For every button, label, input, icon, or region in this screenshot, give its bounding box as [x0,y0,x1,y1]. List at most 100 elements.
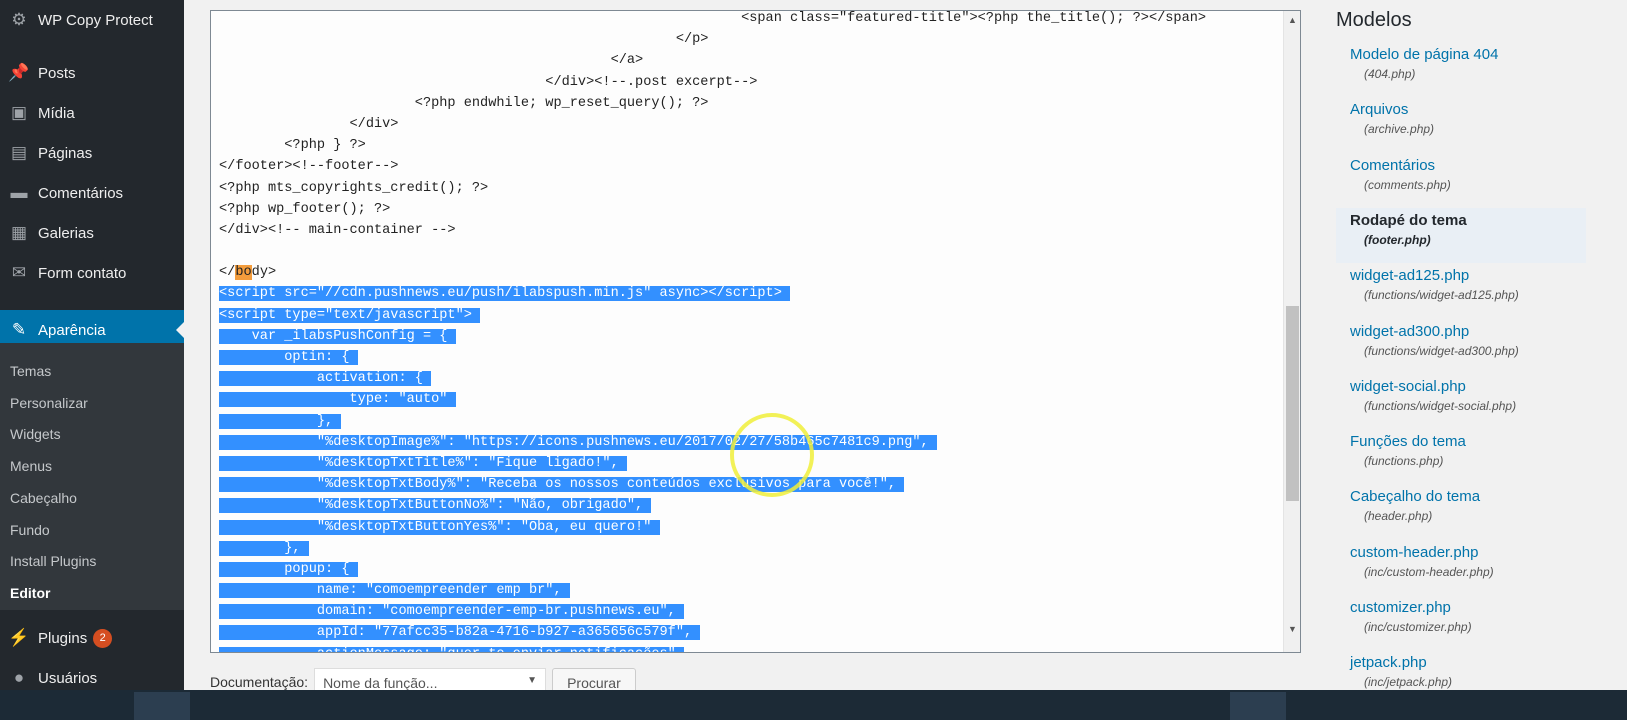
code-line: "%desktopImage%": "https://icons.pushnew… [219,432,1206,453]
template-file-link[interactable]: Arquivos (archive.php) [1336,97,1586,152]
sidebar-item-p-ginas[interactable]: ▤ Páginas [0,133,184,173]
taskbar-item[interactable] [134,692,190,720]
scroll-down-arrow-icon[interactable]: ▼ [1288,624,1297,634]
code-line-text: type: "auto" [219,392,456,408]
template-file-link[interactable]: Cabeçalho do tema (header.php) [1336,484,1586,539]
code-line-text: </div><!-- main-container --> [219,222,456,238]
cursor-highlight-ring [730,413,814,497]
select-placeholder: Nome da função... [323,675,438,691]
code-line-text: </div><!--.post excerpt--> [219,74,758,90]
template-name: Rodapé do tema [1350,211,1467,229]
submenu-item-cabe-alho[interactable]: Cabeçalho [10,490,77,506]
template-filename: (inc/custom-header.php) [1364,564,1494,579]
code-line-text: <?php } ?> [219,138,366,154]
sidebar-item-label: Posts [38,64,76,82]
scroll-up-arrow-icon[interactable]: ▲ [1288,15,1297,25]
vertical-scrollbar[interactable]: ▲ ▼ [1283,11,1300,652]
template-file-link[interactable]: Modelo de página 404 (404.php) [1336,42,1586,97]
submenu-item-widgets[interactable]: Widgets [10,426,61,442]
template-name: Cabeçalho do tema [1350,488,1481,506]
code-line: </a> [219,50,1206,71]
code-line: </div><!--.post excerpt--> [219,72,1206,93]
code-line-text: <?php endwhile; wp_reset_query(); ?> [219,95,709,111]
sidebar-item-label: Usuários [38,669,98,687]
template-file-link[interactable]: widget-ad300.php (functions/widget-ad300.… [1336,319,1586,374]
code-line: <?php } ?> [219,135,1206,156]
template-file-link[interactable]: widget-social.php (functions/widget-socia… [1336,374,1586,429]
chevron-down-icon: ▼ [527,675,538,686]
code-line: </p> [219,29,1206,50]
code-line: <?php endwhile; wp_reset_query(); ?> [219,93,1206,114]
template-file-link[interactable]: widget-ad125.php (functions/widget-ad125.… [1336,263,1586,318]
code-content[interactable]: <span class="featured-title"><?php the_t… [219,11,1206,652]
sidebar-item-label: Comentários [38,184,124,202]
code-line: actionMessage: "quer te enviar notificaç… [219,644,1206,652]
code-line-text: }, [219,413,342,429]
sidebar-item-label: Aparência [38,321,106,339]
code-line: <script type="text/javascript"> [219,305,1206,326]
submenu-item-fundo[interactable]: Fundo [10,522,50,538]
template-filename: (inc/jetpack.php) [1364,675,1453,690]
template-name: custom-header.php [1350,543,1479,561]
code-line-text: actionMessage: "quer te enviar notificaç… [219,646,684,652]
code-line: appId: "77afcc35-b82a-4716-b927-a365656c… [219,622,1206,643]
template-name: widget-ad125.php [1350,267,1470,285]
page-icon: ▤ [10,143,28,162]
templates-title: Modelos [1336,9,1412,31]
templates-panel: Modelos Modelo de página 404 (404.php) Arq… [1320,0,1627,690]
code-line: </footer><!--footer--> [219,156,1206,177]
template-file-link[interactable]: custom-header.php (inc/custom-header.php) [1336,540,1586,595]
template-filename: (footer.php) [1364,232,1431,247]
code-line-text: }, [219,540,309,556]
sidebar-item-galerias[interactable]: ▦ Galerias [0,213,184,253]
submenu-item-editor[interactable]: Editor [10,585,50,601]
media-icon: ▣ [10,103,28,122]
template-filename: (header.php) [1364,509,1433,524]
template-file-link[interactable]: Funções do tema (functions.php) [1336,429,1586,484]
sidebar-item-label: Páginas [38,144,93,162]
code-line: }, [219,538,1206,559]
sidebar-item-form-contato[interactable]: ✉ Form contato [0,253,184,293]
submenu-item-menus[interactable]: Menus [10,458,52,474]
code-editor[interactable]: <span class="featured-title"><?php the_t… [210,10,1301,653]
sidebar-item-wp-copy-protect[interactable]: ⚙ WP Copy Protect [0,0,184,40]
plug-icon: ⚡ [8,628,30,647]
template-file-link[interactable]: Comentários (comments.php) [1336,153,1586,208]
template-filename: (archive.php) [1364,122,1435,137]
documentation-label: Documentação: [210,674,309,690]
sidebar-item-coment-rios[interactable]: ▬ Comentários [0,173,184,213]
code-line: name: "comoempreender emp br", [219,580,1206,601]
template-name: widget-ad300.php [1350,322,1470,340]
code-line-text: </a> [219,53,644,69]
sidebar-item-m-dia[interactable]: ▣ Mídia [0,93,184,133]
update-count-badge: 2 [93,628,113,648]
template-filename: (functions/widget-ad125.php) [1364,288,1519,303]
template-name: Arquivos [1350,101,1409,119]
scrollbar-thumb[interactable] [1286,306,1299,501]
code-line-text: optin: { [219,350,358,365]
submenu-item-install-plugins[interactable]: Install Plugins [10,553,96,569]
code-line-text: var _ilabsPushConfig = { [219,328,456,344]
sidebar-item-posts[interactable]: 📌 Posts [0,53,184,93]
template-name: widget-social.php [1350,377,1466,395]
submenu-item-personalizar[interactable]: Personalizar [10,395,88,411]
code-line: activation: { [219,368,1206,389]
template-name: Funções do tema [1350,433,1466,451]
bracket-match-highlight: bo [235,265,252,281]
code-line: </div><!-- main-container --> [219,220,1206,241]
code-line-text: name: "comoempreender emp br", [219,583,570,599]
template-file-link[interactable]: Rodapé do tema (footer.php) [1336,207,1586,263]
template-file-link[interactable]: customizer.php (inc/customizer.php) [1336,595,1586,650]
code-line-text: domain: "comoempreender-emp-br.pushnews.… [219,604,684,620]
sidebar-item-plugins[interactable]: ⚡ Plugins 2 [0,618,184,658]
taskbar-item[interactable] [1230,692,1286,720]
code-line-text: "%desktopTxtButtonYes%": "Oba, eu quero!… [219,519,660,535]
submenu-item-temas[interactable]: Temas [10,363,51,379]
code-line-text: <script type="text/javascript"> [219,307,481,323]
code-line-text: </body> [219,265,277,281]
template-name: customizer.php [1350,599,1451,616]
template-name: Modelo de página 404 [1350,46,1499,63]
template-filename: (functions.php) [1364,454,1444,469]
code-line-text: appId: "77afcc35-b82a-4716-b927-a365656c… [219,625,701,641]
